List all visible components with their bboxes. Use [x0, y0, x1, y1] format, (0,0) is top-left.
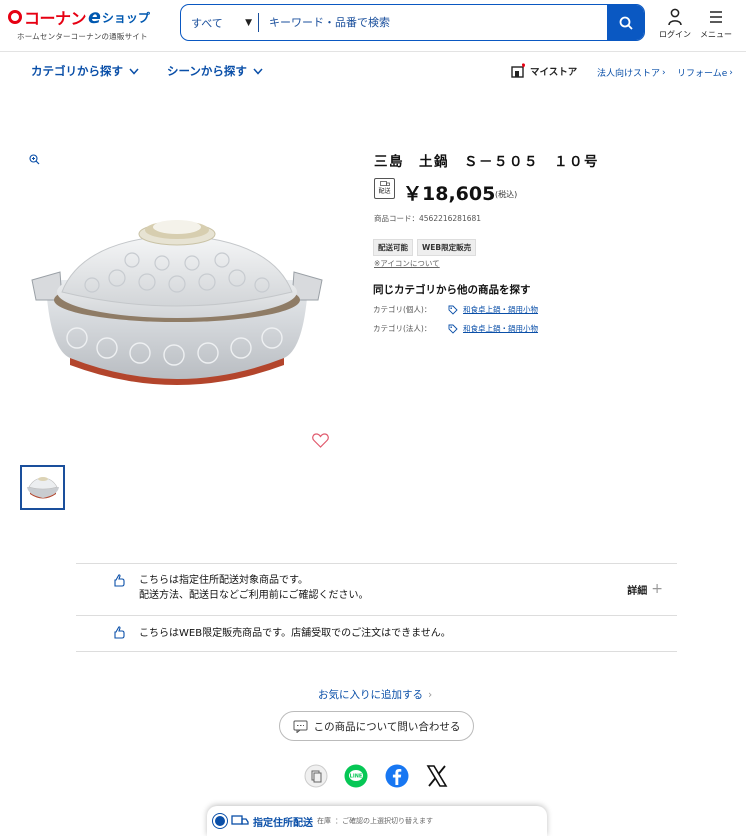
badge-delivery: 配送可能	[373, 239, 413, 256]
search-input[interactable]	[259, 5, 607, 40]
product-badges: 配送可能 WEB限定販売	[373, 239, 477, 256]
category-row-personal: カテゴリ(個人)： 和食卓上鍋・鍋用小物	[373, 304, 538, 315]
facebook-icon	[385, 764, 409, 788]
copy-icon	[304, 764, 328, 788]
truck-icon	[231, 815, 249, 825]
mystore-link[interactable]: マイストア	[510, 63, 577, 79]
tag-icon	[448, 324, 458, 334]
delivery-method-title: 指定住所配送	[253, 817, 313, 829]
mystore-label: マイストア	[530, 67, 578, 78]
caret-down-icon: ▼	[245, 17, 252, 28]
chevron-down-icon	[253, 68, 263, 75]
detail-label: 詳細	[627, 585, 648, 597]
detail-toggle[interactable]: 詳細 +	[627, 581, 663, 597]
store-icon	[511, 63, 525, 78]
search-category-select[interactable]: すべて ▼	[181, 13, 259, 32]
search-button[interactable]	[607, 5, 644, 40]
logo-shop: ショップ	[101, 10, 150, 25]
scene-browse-label: シーンから探す	[167, 64, 247, 78]
chevron-down-icon	[129, 68, 139, 75]
site-logo[interactable]: コーナン e ショップ ホームセンターコーナンの通販サイト	[8, 6, 173, 46]
icon-info-link[interactable]: ※アイコンについて	[374, 258, 440, 269]
scene-browse-link[interactable]: シーンから探す	[167, 63, 263, 79]
web-only-notice-text: こちらはWEB限定販売商品です。店舗受取でのご注文はできません。	[139, 628, 451, 639]
login-button[interactable]: ログイン	[657, 8, 693, 40]
corporate-store-label: 法人向けストア	[597, 69, 661, 79]
product-image[interactable]	[22, 200, 332, 400]
delivery-method-prefix: 在庫	[317, 817, 331, 825]
site-header: コーナン e ショップ ホームセンターコーナンの通販サイト すべて ▼ ログイン…	[0, 0, 746, 52]
donabe-pot-image	[31, 220, 323, 385]
badge-web-only: WEB限定販売	[417, 239, 477, 256]
delivery-notice[interactable]: こちらは指定住所配送対象商品です。 配送方法、配送日などご利用前にご確認ください…	[76, 563, 677, 615]
favorite-heart-button[interactable]	[312, 433, 329, 452]
menu-button[interactable]: メニュー	[698, 8, 734, 40]
sub-navigation: カテゴリから探す シーンから探す マイストア 法人向けストア › リフォームe …	[0, 53, 746, 89]
same-category-heading: 同じカテゴリから他の商品を探す	[373, 284, 531, 296]
web-only-notice: こちらはWEB限定販売商品です。店舗受取でのご注文はできません。	[76, 615, 677, 652]
delivery-notice-line1: こちらは指定住所配送対象商品です。	[139, 575, 308, 586]
category-link[interactable]: 和食卓上鍋・鍋用小物	[463, 323, 538, 334]
logo-e: e	[88, 6, 101, 28]
delivery-method-note: ：ご確認の上選択切り替えます	[335, 817, 433, 825]
delivery-icon-label: 配送	[378, 188, 391, 195]
hamburger-icon	[710, 11, 722, 23]
search-category-label: すべて	[191, 16, 223, 30]
heart-icon	[312, 433, 329, 448]
delivery-icon: 配送	[374, 178, 395, 199]
chat-icon	[293, 720, 308, 733]
category-label: カテゴリ(法人)：	[373, 324, 432, 333]
delivery-method-bar[interactable]: 指定住所配送 在庫 ：ご確認の上選択切り替えます	[207, 806, 547, 836]
logo-tagline: ホームセンターコーナンの通販サイト	[17, 32, 148, 41]
product-code: 商品コード：4562216281681	[374, 214, 482, 223]
svg-text:LINE: LINE	[350, 774, 363, 780]
delivery-notice-line2: 配送方法、配送日などご利用前にご確認ください。	[139, 590, 369, 601]
add-to-favorites-link[interactable]: お気に入りに追加する ›	[318, 687, 432, 702]
x-share-button[interactable]	[425, 764, 449, 788]
menu-label: メニュー	[700, 30, 732, 39]
corporate-store-link[interactable]: 法人向けストア ›	[597, 66, 666, 80]
chevron-right-icon: ›	[662, 67, 666, 78]
inquiry-label: この商品について問い合わせる	[313, 720, 461, 733]
reform-label: リフォームe	[677, 69, 728, 79]
plus-icon: +	[651, 581, 663, 597]
product-title: 三島 土鍋 Ｓ－５０５ １０号	[374, 154, 599, 170]
radio-selected-icon	[213, 814, 227, 828]
search-icon	[619, 16, 633, 30]
x-icon	[426, 765, 448, 787]
category-browse-link[interactable]: カテゴリから探す	[31, 63, 139, 79]
zoom-in-icon	[29, 154, 40, 165]
hand-point-icon	[114, 626, 125, 639]
product-price: ￥18,605	[403, 183, 496, 205]
tax-note: (税込)	[495, 190, 518, 199]
product-thumbnail[interactable]	[20, 465, 65, 510]
chevron-right-icon: ›	[428, 688, 433, 701]
inquiry-button[interactable]: この商品について問い合わせる	[279, 711, 474, 741]
tag-icon	[448, 305, 458, 315]
facebook-share-button[interactable]	[385, 764, 409, 788]
hand-point-icon	[114, 574, 125, 587]
line-share-button[interactable]: LINE	[344, 764, 368, 788]
logo-text: コーナン	[24, 9, 87, 28]
reform-link[interactable]: リフォームe ›	[677, 66, 733, 80]
chevron-right-icon: ›	[729, 67, 733, 78]
user-icon	[668, 8, 682, 26]
login-label: ログイン	[659, 30, 691, 39]
donabe-thumbnail-image	[26, 476, 59, 498]
line-icon: LINE	[344, 764, 368, 788]
category-row-corporate: カテゴリ(法人)： 和食卓上鍋・鍋用小物	[373, 323, 538, 334]
add-to-favorites-label: お気に入りに追加する	[318, 689, 423, 701]
delivery-notice-text: こちらは指定住所配送対象商品です。 配送方法、配送日などご利用前にご確認ください…	[139, 573, 369, 603]
category-link[interactable]: 和食卓上鍋・鍋用小物	[463, 304, 538, 315]
category-label: カテゴリ(個人)：	[373, 305, 432, 314]
copy-link-button[interactable]	[304, 764, 328, 788]
zoom-button[interactable]	[29, 150, 40, 169]
search-bar: すべて ▼	[180, 4, 645, 41]
logo-mark	[8, 10, 22, 24]
category-browse-label: カテゴリから探す	[31, 64, 123, 78]
